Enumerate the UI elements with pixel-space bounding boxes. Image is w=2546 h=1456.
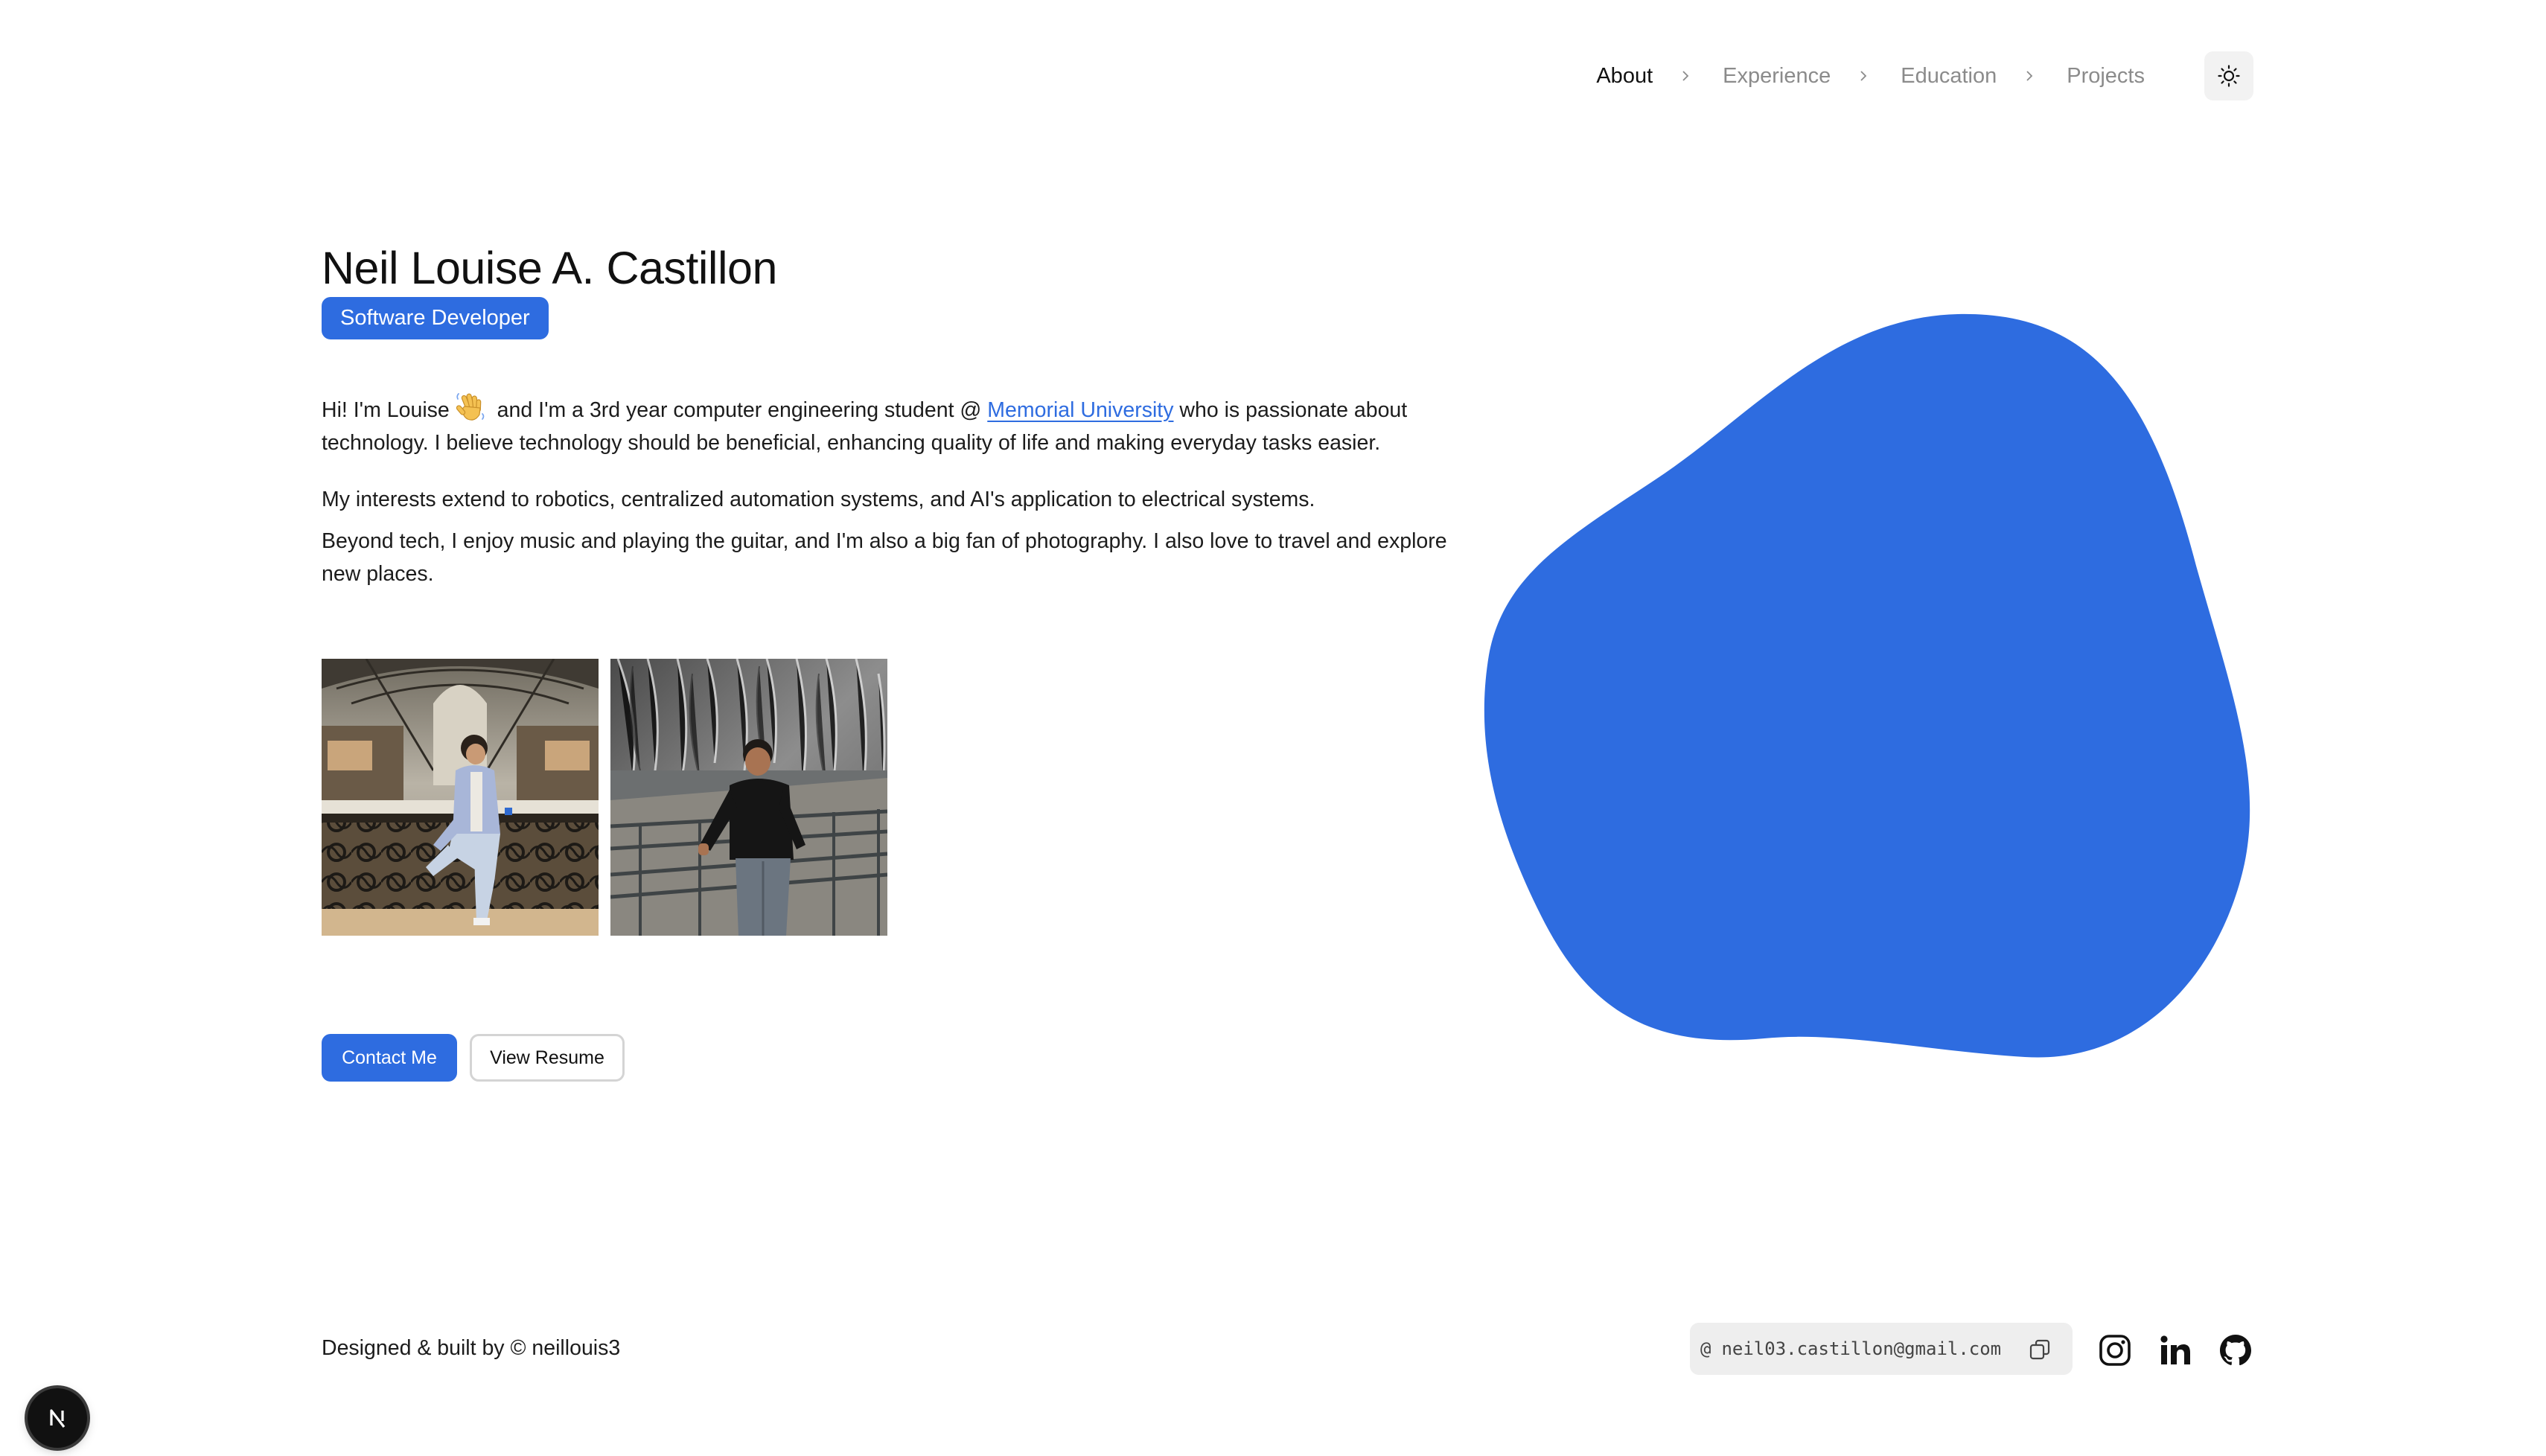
github-icon[interactable] [2218,1332,2253,1368]
waving-hand-icon [454,390,487,423]
photo-waterfall [610,659,887,936]
nav-item-education: Education [1901,64,2067,89]
nav-item-projects: Projects [2067,64,2145,89]
linkedin-icon[interactable] [2157,1332,2193,1368]
email-at-symbol: @ [1700,1338,1711,1359]
bio-intro-text: and I'm a 3rd year computer engineering … [491,398,988,422]
theme-toggle-button[interactable] [2204,51,2253,100]
chevron-right-icon [1678,68,1693,83]
bio-paragraph-hobbies: Beyond tech, I enjoy music and playing t… [322,529,1447,586]
copy-icon[interactable] [2028,1338,2052,1361]
photo-mall [322,659,599,936]
top-nav: About Experience Education Projects [1596,51,2253,100]
nav-item-about: About [1596,64,1723,89]
nav-link-education[interactable]: Education [1901,64,1997,89]
page-title: Neil Louise A. Castillon [322,243,777,293]
bio-paragraph-interests: My interests extend to robotics, central… [322,488,1315,511]
nav-link-about[interactable]: About [1596,64,1653,89]
role-badge: Software Developer [322,297,549,339]
contact-me-button[interactable]: Contact Me [322,1034,457,1082]
nextjs-dev-badge[interactable] [28,1388,87,1448]
chevron-right-icon [2022,68,2037,83]
nextjs-logo-icon [50,1409,66,1428]
bio-paragraph-intro: Hi! I'm Louise and I'm a 3rd year comput… [322,390,1453,459]
instagram-icon[interactable] [2097,1332,2133,1368]
nav-link-projects[interactable]: Projects [2067,64,2145,89]
email-address[interactable]: neil03.castillon@gmail.com [1721,1338,2001,1359]
nav-link-experience[interactable]: Experience [1723,64,1831,89]
nav-item-experience: Experience [1723,64,1901,89]
view-resume-button[interactable]: View Resume [470,1034,625,1082]
decorative-blob [1484,313,2250,1058]
footer-credit: Designed & built by © neillouis3 [322,1336,621,1360]
sun-icon [2218,65,2240,87]
email-display: @ neil03.castillon@gmail.com [1690,1323,2073,1375]
chevron-right-icon [1856,68,1871,83]
memorial-university-link[interactable]: Memorial University [987,398,1173,422]
bio-greeting: Hi! I'm Louise [322,398,450,422]
